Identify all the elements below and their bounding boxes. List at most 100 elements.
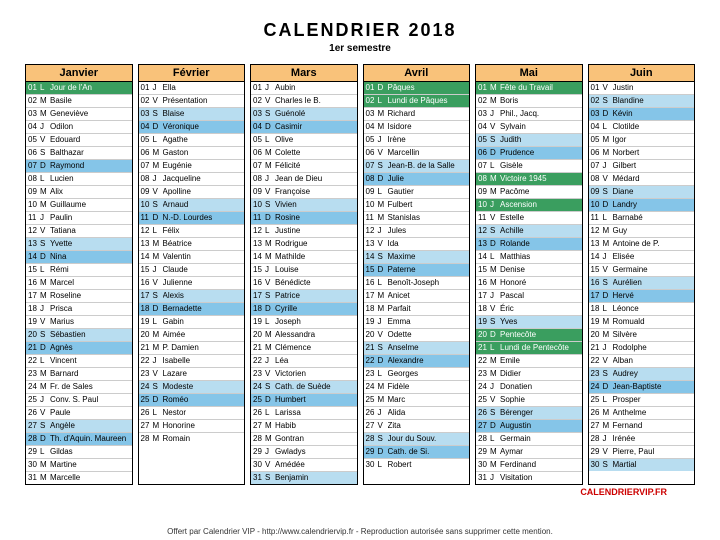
day-cell: 09MPacôme <box>476 186 582 199</box>
day-cell: 07DRaymond <box>26 160 132 173</box>
day-cell: 01JElla <box>139 82 245 95</box>
day-cell: 13SYvette <box>26 238 132 251</box>
day-cell: 10SVivien <box>251 199 357 212</box>
day-cell: 19LJoseph <box>251 316 357 329</box>
page-title: CALENDRIER 2018 <box>25 20 695 41</box>
month-column: Mars01JAubin02VCharles le B.03SGuénolé04… <box>250 64 358 485</box>
day-cell: 09MAlix <box>26 186 132 199</box>
day-cell: 19VMarius <box>26 316 132 329</box>
day-cell: 10MGuillaume <box>26 199 132 212</box>
day-cell: 22JLéa <box>251 355 357 368</box>
day-cell: 25JConv. S. Paul <box>26 394 132 407</box>
month-header: Mars <box>251 65 357 82</box>
day-cell: 10SArnaud <box>139 199 245 212</box>
day-cell: 26VPaule <box>26 407 132 420</box>
day-cell: 16SAurélien <box>589 277 695 290</box>
day-cell: 30VAmédée <box>251 459 357 472</box>
day-cell: 03MGeneviève <box>26 108 132 121</box>
day-cell: 14SMaxime <box>364 251 470 264</box>
day-cell: 02MBasile <box>26 95 132 108</box>
day-cell: 18DCyrille <box>251 303 357 316</box>
day-cell: 21JRodolphe <box>589 342 695 355</box>
day-cell: 17JPascal <box>476 290 582 303</box>
day-cell: 07MEugénie <box>139 160 245 173</box>
day-cell: 08MVictoire 1945 <box>476 173 582 186</box>
day-cell: 05MIgor <box>589 134 695 147</box>
day-cell: 12JJules <box>364 225 470 238</box>
day-cell: 23MBarnard <box>26 368 132 381</box>
day-cell: 20MAlessandra <box>251 329 357 342</box>
day-cell: 07SJean-B. de la Salle <box>364 160 470 173</box>
day-cell: 11VEstelle <box>476 212 582 225</box>
day-cell: 25MMarc <box>364 394 470 407</box>
day-cell: 26MAnthelme <box>589 407 695 420</box>
day-cell: 24SModeste <box>139 381 245 394</box>
day-cell: 16VJulienne <box>139 277 245 290</box>
day-cell: 17MRoseline <box>26 290 132 303</box>
day-cell: 04MIsidore <box>364 121 470 134</box>
page-subtitle: 1er semestre <box>25 43 695 54</box>
day-cell: 11JPaulin <box>26 212 132 225</box>
month-column: Avril01DPâques02LLundi de Pâques03MRicha… <box>363 64 471 485</box>
day-cell: 07LGisèle <box>476 160 582 173</box>
day-cell: 17DHervé <box>589 290 695 303</box>
day-cell: 03SGuénolé <box>251 108 357 121</box>
day-cell: 27MHabib <box>251 420 357 433</box>
day-cell: 08JJacqueline <box>139 173 245 186</box>
day-cell: 05LOlive <box>251 134 357 147</box>
day-cell: 09VFrançoise <box>251 186 357 199</box>
day-cell: 14LMatthias <box>476 251 582 264</box>
day-cell: 10DLandry <box>589 199 695 212</box>
day-cell: 06MGaston <box>139 147 245 160</box>
day-cell: 31SBenjamin <box>251 472 357 484</box>
day-cell: 05SJudith <box>476 134 582 147</box>
day-cell: 21LLundi de Pentecôte <box>476 342 582 355</box>
month-column: Juin01VJustin02SBlandine03DKévin04LCloti… <box>588 64 696 485</box>
day-cell: 08VMédard <box>589 173 695 186</box>
day-cell: 06MColette <box>251 147 357 160</box>
day-cell: 15VGermaine <box>589 264 695 277</box>
day-cell: 22MEmile <box>476 355 582 368</box>
day-cell: 31JVisitation <box>476 472 582 484</box>
day-cell: 28MGontran <box>251 433 357 446</box>
footer-brand: CALENDRIERVIP.FR <box>25 487 695 497</box>
day-cell: 04LClotilde <box>589 121 695 134</box>
month-column: Février01JElla02VPrésentation03SBlaise04… <box>138 64 246 485</box>
day-cell: 19LGabin <box>139 316 245 329</box>
day-cell: 28JIrénée <box>589 433 695 446</box>
day-cell: 15JClaude <box>139 264 245 277</box>
day-cell: 01VJustin <box>589 82 695 95</box>
day-cell: 01MFête du Travail <box>476 82 582 95</box>
footer-credit: Offert par Calendrier VIP - http://www.c… <box>25 527 695 536</box>
day-cell: 13VIda <box>364 238 470 251</box>
day-cell: 25LProsper <box>589 394 695 407</box>
day-cell: 26LLarissa <box>251 407 357 420</box>
day-cell: 06DPrudence <box>476 147 582 160</box>
day-cell: 09VApolline <box>139 186 245 199</box>
day-cell: 15MDenise <box>476 264 582 277</box>
day-cell: 13MAntoine de P. <box>589 238 695 251</box>
day-cell: 12LJustine <box>251 225 357 238</box>
month-header: Avril <box>364 65 470 82</box>
day-cell: 01LJour de l'An <box>26 82 132 95</box>
day-cell: 13MRodrigue <box>251 238 357 251</box>
day-cell: 19MRomuald <box>589 316 695 329</box>
day-cell: 27MHonorine <box>139 420 245 433</box>
day-cell: 12LFélix <box>139 225 245 238</box>
day-cell: 28SJour du Souv. <box>364 433 470 446</box>
month-header: Janvier <box>26 65 132 82</box>
day-cell: 30MFerdinand <box>476 459 582 472</box>
month-header: Mai <box>476 65 582 82</box>
day-cell: 01JAubin <box>251 82 357 95</box>
day-cell: 21MP. Damien <box>139 342 245 355</box>
day-cell: 04JOdilon <box>26 121 132 134</box>
day-cell: 10JAscension <box>476 199 582 212</box>
day-cell: 18DBernadette <box>139 303 245 316</box>
day-cell: 20SSébastien <box>26 329 132 342</box>
day-cell: 14DNina <box>26 251 132 264</box>
day-cell: 30SMartial <box>589 459 695 471</box>
day-cell: 29LGildas <box>26 446 132 459</box>
day-cell: 09SDiane <box>589 186 695 199</box>
day-cell: 28MRomain <box>139 433 245 445</box>
day-cell: 27MFernand <box>589 420 695 433</box>
